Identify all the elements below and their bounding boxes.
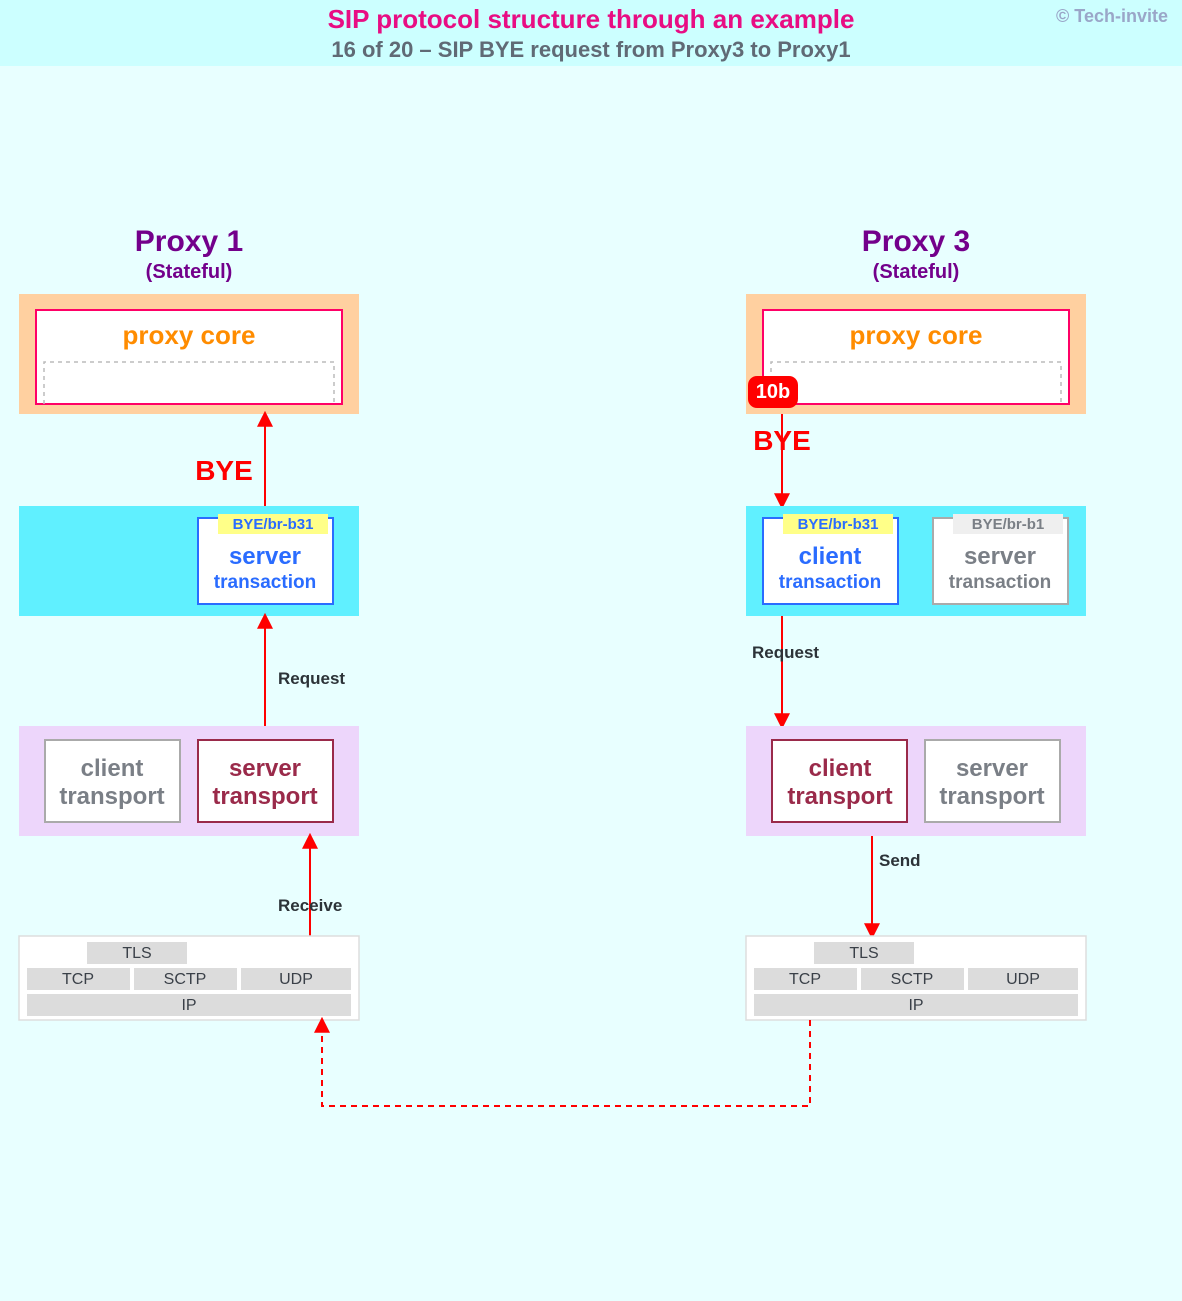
proxy3-server-tp-a: server bbox=[956, 755, 1028, 782]
diagram-subtitle: 16 of 20 – SIP BYE request from Proxy3 t… bbox=[0, 37, 1182, 63]
proxy3-stack-tls: TLS bbox=[849, 945, 878, 962]
proxy1-server-tp-a: server bbox=[229, 755, 301, 782]
bye-label-proxy3: BYE bbox=[753, 425, 811, 456]
proxy1-tx-role-a: server bbox=[229, 543, 301, 570]
diagram-title: SIP protocol structure through an exampl… bbox=[0, 4, 1182, 35]
proxy3-server-tx-tag: BYE/br-b1 bbox=[972, 516, 1045, 533]
proxy3-client-tp-a: client bbox=[809, 755, 872, 782]
dashed-ip-path bbox=[322, 1020, 810, 1106]
send-label: Send bbox=[879, 851, 921, 870]
proxy3-server-tp-b: transport bbox=[939, 783, 1044, 810]
proxy1-stack-tls: TLS bbox=[122, 945, 151, 962]
proxy3-client-tx-tag: BYE/br-b31 bbox=[798, 516, 879, 533]
proxy3-title: Proxy 3 bbox=[862, 225, 970, 258]
proxy3-stack-tcp: TCP bbox=[789, 971, 821, 988]
step-badge-text: 10b bbox=[756, 381, 790, 403]
proxy3-stack-udp: UDP bbox=[1006, 971, 1040, 988]
proxy3-subtitle: (Stateful) bbox=[873, 261, 960, 283]
proxy3-server-tx-role-a: server bbox=[964, 543, 1036, 570]
diagram-header: SIP protocol structure through an exampl… bbox=[0, 0, 1182, 66]
proxy1-client-tp-b: transport bbox=[59, 783, 164, 810]
proxy1-subtitle: (Stateful) bbox=[146, 261, 233, 283]
proxy3-client-tx-role-a: client bbox=[799, 543, 862, 570]
proxy3-core-label: proxy core bbox=[850, 320, 983, 350]
proxy3-stack-ip: IP bbox=[908, 997, 923, 1014]
proxy1-tx-role-b: transaction bbox=[214, 572, 316, 593]
copyright-text: © Tech-invite bbox=[1056, 6, 1168, 27]
receive-label: Receive bbox=[278, 896, 342, 915]
proxy1-stack-sctp: SCTP bbox=[164, 971, 207, 988]
proxy1-server-tp-b: transport bbox=[212, 783, 317, 810]
proxy1-tx-tag: BYE/br-b31 bbox=[233, 516, 314, 533]
diagram-canvas: Proxy 1 (Stateful) Proxy 3 (Stateful) pr… bbox=[0, 66, 1182, 1301]
bye-label-proxy1: BYE bbox=[195, 455, 253, 486]
proxy1-client-tp-a: client bbox=[81, 755, 144, 782]
proxy1-core-label: proxy core bbox=[123, 320, 256, 350]
proxy1-stack-udp: UDP bbox=[279, 971, 313, 988]
proxy1-stack-tcp: TCP bbox=[62, 971, 94, 988]
proxy3-client-tx-role-b: transaction bbox=[779, 572, 881, 593]
proxy3-stack-sctp: SCTP bbox=[891, 971, 934, 988]
proxy3-client-tp-b: transport bbox=[787, 783, 892, 810]
proxy1-title: Proxy 1 bbox=[135, 225, 243, 258]
proxy1-stack-ip: IP bbox=[181, 997, 196, 1014]
request-label-proxy1: Request bbox=[278, 669, 345, 688]
proxy3-server-tx-role-b: transaction bbox=[949, 572, 1051, 593]
request-label-proxy3: Request bbox=[752, 643, 819, 662]
